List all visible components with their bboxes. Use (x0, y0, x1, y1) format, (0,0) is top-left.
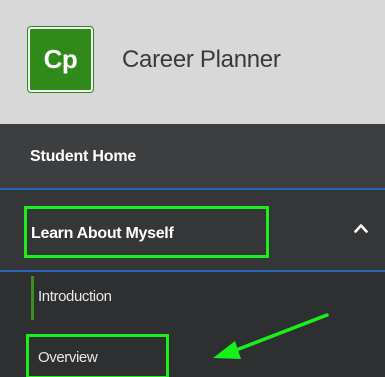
nav-item-label: Student Home (30, 148, 137, 165)
career-planner-sidebar: Cp Career Planner Student Home Learn Abo… (0, 0, 385, 377)
app-title: Career Planner (122, 46, 281, 73)
app-header: Cp Career Planner (0, 0, 385, 124)
chevron-up-icon[interactable] (354, 223, 368, 233)
subnav-item-label: Introduction (38, 288, 112, 305)
subnav-item-label: Overview (38, 349, 98, 366)
app-logo[interactable]: Cp (27, 26, 94, 93)
nav-section-learn-about-myself[interactable]: Learn About Myself (0, 190, 385, 272)
active-indicator (31, 276, 34, 320)
logo-text: Cp (43, 44, 78, 74)
nav-item-student-home[interactable]: Student Home (0, 124, 385, 190)
nav-section-label: Learn About Myself (31, 225, 174, 242)
arrow-pointer-icon (213, 313, 329, 359)
